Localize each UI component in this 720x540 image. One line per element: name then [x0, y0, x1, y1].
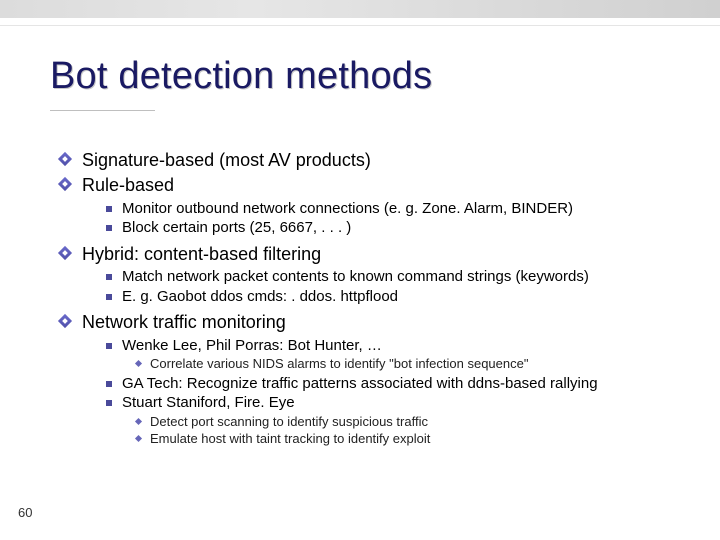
page-number: 60 [18, 505, 32, 520]
bullet-l2: Match network packet contents to known c… [106, 268, 680, 286]
bullet-l1: Network traffic monitoring [60, 312, 680, 334]
bullet-l2: E. g. Gaobot ddos cmds: . ddos. httpfloo… [106, 288, 680, 306]
bullet-l1: Rule-based [60, 175, 680, 197]
bullet-l2: Monitor outbound network connections (e.… [106, 200, 680, 218]
bullet-l1: Signature-based (most AV products) [60, 150, 680, 172]
slide-title: Bot detection methods [50, 55, 432, 98]
bullet-list: Signature-based (most AV products) Rule-… [60, 150, 680, 446]
slide-body: Signature-based (most AV products) Rule-… [60, 150, 680, 452]
bullet-l2: GA Tech: Recognize traffic patterns asso… [106, 375, 680, 393]
bullet-l1: Hybrid: content-based filtering [60, 244, 680, 266]
bullet-l2-list: Monitor outbound network connections (e.… [60, 200, 680, 238]
bullet-l3: Detect port scanning to identify suspici… [136, 414, 680, 430]
bullet-l2: Stuart Staniford, Fire. Eye [106, 394, 680, 412]
slide: Bot detection methods Signature-based (m… [0, 0, 720, 540]
bullet-l3-list: Correlate various NIDS alarms to identif… [106, 356, 680, 372]
bullet-l2-list: Match network packet contents to known c… [60, 268, 680, 306]
title-underline [50, 110, 155, 111]
bullet-l2-list: Wenke Lee, Phil Porras: Bot Hunter, … Co… [60, 337, 680, 446]
bullet-l2: Block certain ports (25, 6667, . . . ) [106, 219, 680, 237]
bullet-l2: Wenke Lee, Phil Porras: Bot Hunter, … [106, 337, 680, 355]
bullet-l3-list: Detect port scanning to identify suspici… [106, 414, 680, 447]
bullet-l3: Emulate host with taint tracking to iden… [136, 431, 680, 447]
bullet-l3: Correlate various NIDS alarms to identif… [136, 356, 680, 372]
decorative-top-bar [0, 0, 720, 18]
